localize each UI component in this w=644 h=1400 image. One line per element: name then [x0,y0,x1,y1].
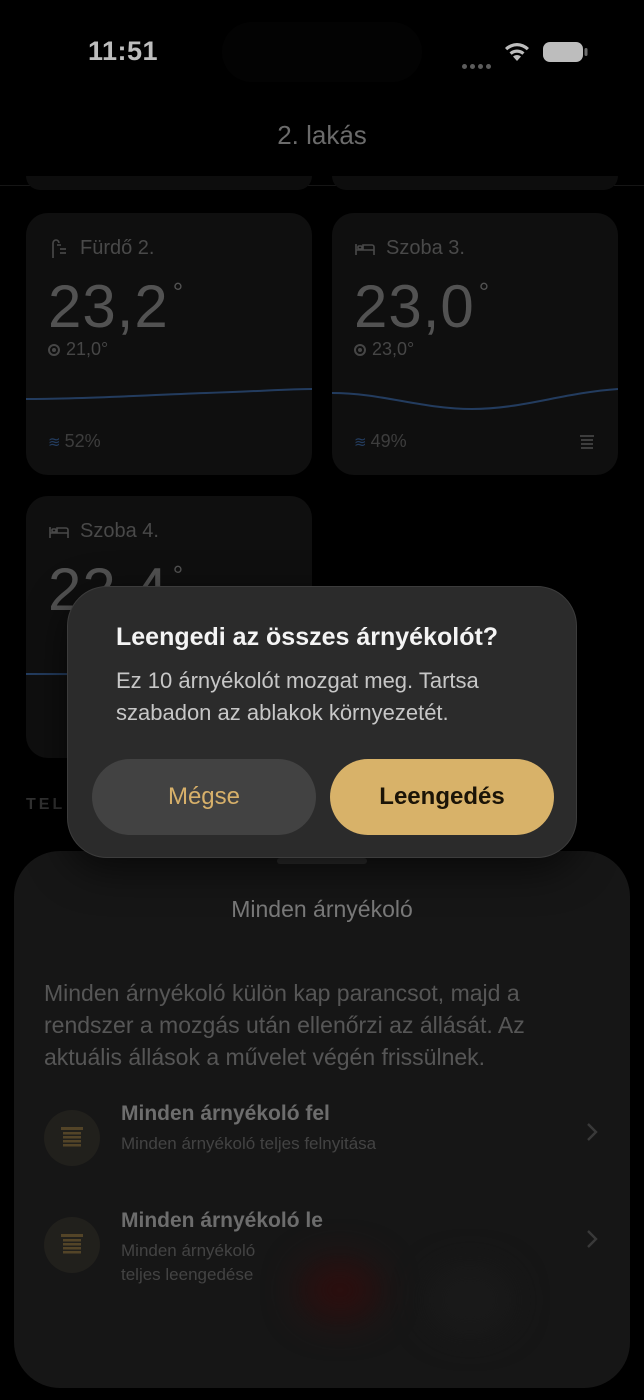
lower-blinds-confirm-button[interactable]: Leengedés [330,759,554,835]
alert-title: Leengedi az összes árnyékolót? [116,623,499,651]
confirm-lower-blinds-alert: Leengedi az összes árnyékolót? Ez 10 árn… [67,586,577,858]
cancel-button[interactable]: Mégse [92,759,316,835]
alert-message: Ez 10 árnyékolót mozgat meg. Tartsa szab… [116,668,479,725]
